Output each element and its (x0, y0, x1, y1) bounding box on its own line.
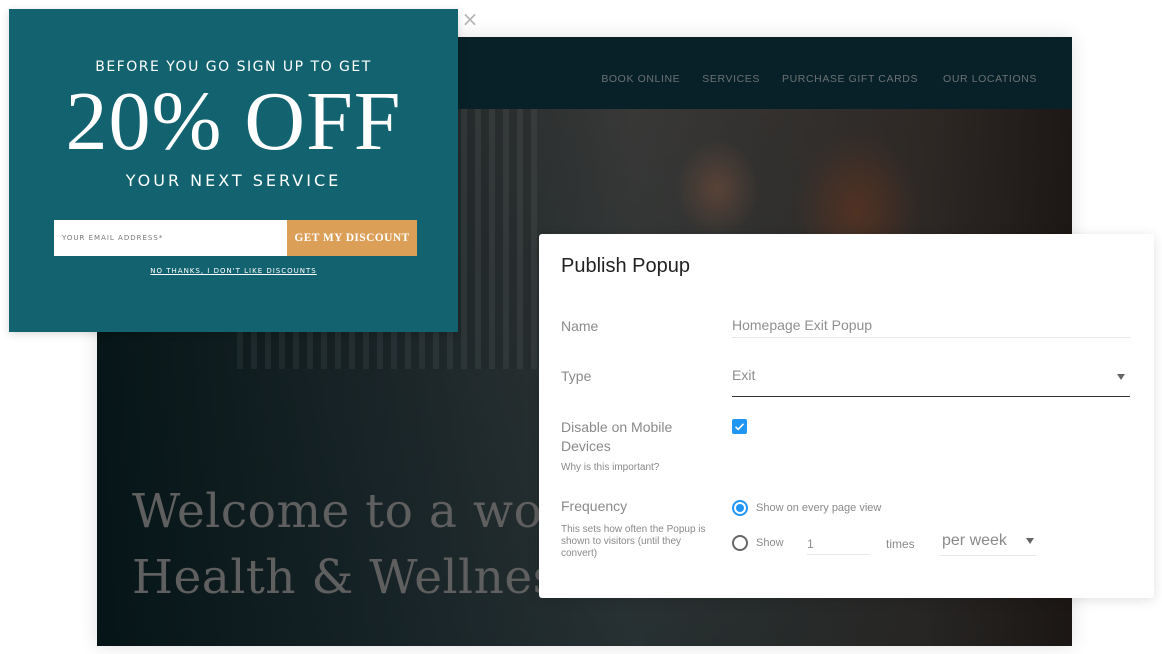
radio-custom-frequency[interactable] (732, 535, 748, 551)
type-select-value: Exit (732, 367, 756, 383)
radio-every-page-view-label[interactable]: Show on every page view (756, 502, 881, 514)
publish-popup-dialog: Publish Popup Name Type Exit Disable on … (539, 234, 1154, 598)
period-select[interactable]: per week (940, 530, 1036, 556)
site-nav: BOOK ONLINE SERVICES PURCHASE GIFT CARDS… (579, 73, 1037, 85)
nav-our-locations[interactable]: OUR LOCATIONS (943, 73, 1037, 85)
close-icon[interactable]: × (461, 9, 479, 29)
times-input[interactable] (807, 533, 869, 555)
popup-sub-title: YOUR NEXT SERVICE (125, 171, 342, 190)
times-label: times (886, 537, 915, 551)
nav-book-online[interactable]: BOOK ONLINE (601, 73, 680, 85)
frequency-label: Frequency (561, 498, 628, 514)
radio-custom-frequency-label[interactable]: Show (756, 537, 784, 549)
type-label: Type (561, 368, 592, 384)
disable-mobile-label-line1: Disable on Mobile (561, 419, 673, 435)
disable-mobile-checkbox[interactable] (732, 419, 747, 434)
popup-pre-title: BEFORE YOU GO SIGN UP TO GET (95, 59, 372, 75)
disable-mobile-label-line2: Devices (561, 438, 611, 454)
chevron-down-icon (1117, 374, 1125, 380)
frequency-help: This sets how often the Popup is shown t… (561, 524, 706, 559)
chevron-down-icon (1026, 538, 1034, 544)
get-discount-button[interactable]: GET MY DISCOUNT (287, 220, 417, 256)
name-input[interactable] (732, 312, 1130, 338)
dialog-title: Publish Popup (561, 255, 690, 277)
email-form: GET MY DISCOUNT (54, 220, 417, 256)
type-select[interactable]: Exit (732, 364, 1130, 397)
decline-link[interactable]: NO THANKS, I DON'T LIKE DISCOUNTS (9, 267, 458, 275)
radio-every-page-view[interactable] (732, 500, 748, 516)
email-popup: BEFORE YOU GO SIGN UP TO GET 20% OFF YOU… (9, 9, 458, 332)
period-select-value: per week (942, 532, 1007, 549)
nav-purchase-gift-cards[interactable]: PURCHASE GIFT CARDS (782, 73, 918, 85)
disable-mobile-label: Disable on Mobile Devices (561, 418, 672, 456)
popup-offer: 20% OFF (65, 75, 402, 168)
disable-mobile-help[interactable]: Why is this important? (561, 462, 659, 474)
email-input[interactable] (54, 220, 287, 256)
nav-services[interactable]: SERVICES (702, 73, 760, 85)
checkmark-icon (734, 423, 745, 431)
name-label: Name (561, 318, 599, 334)
